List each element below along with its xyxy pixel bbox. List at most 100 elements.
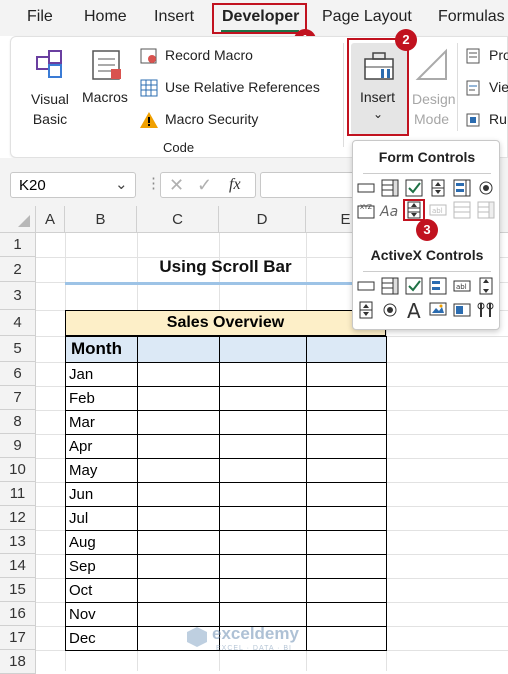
data-cell[interactable] [306,530,387,555]
month-cell[interactable]: May [65,458,138,483]
activex-image-icon[interactable] [429,301,447,319]
row-header[interactable]: 9 [0,434,36,458]
row-header[interactable]: 14 [0,554,36,578]
tab-insert[interactable]: Insert [154,8,194,26]
data-cell[interactable] [306,362,387,387]
sheet-title[interactable]: Using Scroll Bar [65,257,386,277]
data-cell[interactable] [306,506,387,531]
activex-label-icon[interactable]: A [405,299,425,321]
data-cell[interactable] [137,386,220,411]
data-cell[interactable] [137,506,220,531]
month-cell[interactable]: Nov [65,602,138,627]
header-cell[interactable] [219,336,307,363]
data-cell[interactable] [219,506,307,531]
header-cell[interactable] [137,336,220,363]
column-header-c[interactable]: C [137,206,219,233]
sales-overview-header-cell[interactable]: Sales Overview [65,310,386,336]
tab-home[interactable]: Home [84,8,127,26]
data-cell[interactable] [306,554,387,579]
view-code-button[interactable]: Vie [489,79,508,95]
tab-file[interactable]: File [27,8,53,26]
month-cell[interactable]: Feb [65,386,138,411]
data-cell[interactable] [219,362,307,387]
list-box-control-icon[interactable] [453,179,471,197]
activex-check-box-icon[interactable] [405,277,423,295]
month-cell[interactable]: Jun [65,482,138,507]
column-header-b[interactable]: B [65,206,137,233]
data-cell[interactable] [137,410,220,435]
header-cell[interactable] [306,336,387,363]
macro-security-button[interactable]: Macro Security [165,111,258,127]
data-cell[interactable] [306,434,387,459]
data-cell[interactable] [219,578,307,603]
option-button-control-icon[interactable] [477,179,495,197]
tab-page-layout[interactable]: Page Layout [322,8,412,26]
row-header[interactable]: 1 [0,233,36,257]
run-dialog-button[interactable]: Ru [489,111,507,127]
tab-formulas[interactable]: Formulas [438,8,505,26]
row-header[interactable]: 18 [0,650,36,674]
row-header[interactable]: 17 [0,626,36,650]
month-cell[interactable]: Dec [65,626,138,651]
data-cell[interactable] [219,458,307,483]
activex-toggle-button-icon[interactable] [453,301,471,319]
row-header[interactable]: 7 [0,386,36,410]
data-cell[interactable] [219,434,307,459]
spin-button-control-icon[interactable] [429,179,447,197]
row-header[interactable]: 11 [0,482,36,506]
data-cell[interactable] [137,578,220,603]
row-header[interactable]: 13 [0,530,36,554]
activex-more-controls-icon[interactable] [477,301,495,319]
name-box[interactable]: K20 ⌄ [10,172,136,198]
row-header[interactable]: 12 [0,506,36,530]
data-cell[interactable] [306,458,387,483]
activex-list-box-icon[interactable] [429,277,447,295]
data-cell[interactable] [137,434,220,459]
month-cell[interactable]: Apr [65,434,138,459]
formula-input[interactable] [260,172,360,198]
data-cell[interactable] [137,458,220,483]
data-cell[interactable] [306,482,387,507]
month-cell[interactable]: Aug [65,530,138,555]
data-cell[interactable] [219,410,307,435]
month-cell[interactable]: Jul [65,506,138,531]
data-cell[interactable] [219,482,307,507]
row-header[interactable]: 8 [0,410,36,434]
insert-function-button[interactable]: fx [229,176,241,194]
properties-button[interactable]: Pro [489,47,508,63]
data-cell[interactable] [306,386,387,411]
cancel-icon[interactable]: ✕ [169,175,184,196]
button-control-icon[interactable] [357,179,375,197]
row-header[interactable]: 10 [0,458,36,482]
group-box-control-icon[interactable]: XYZ [357,201,375,219]
row-header[interactable]: 3 [0,282,36,310]
data-cell[interactable] [137,554,220,579]
data-cell[interactable] [137,482,220,507]
activex-option-button-icon[interactable] [381,301,399,319]
month-cell[interactable]: Oct [65,578,138,603]
data-cell[interactable] [219,386,307,411]
data-cell[interactable] [306,578,387,603]
row-header[interactable]: 16 [0,602,36,626]
activex-combo-box-icon[interactable] [381,277,399,295]
use-relative-references-button[interactable]: Use Relative References [165,79,320,95]
column-header-d[interactable]: D [219,206,306,233]
row-header[interactable]: 6 [0,362,36,386]
select-all-corner[interactable] [0,206,36,233]
month-cell[interactable]: Mar [65,410,138,435]
combo-box-control-icon[interactable] [381,179,399,197]
row-header[interactable]: 15 [0,578,36,602]
month-cell[interactable]: Sep [65,554,138,579]
activex-text-box-icon[interactable]: abl [453,277,471,295]
row-header[interactable]: 4 [0,310,36,336]
activex-spin-button-icon[interactable] [357,301,375,319]
name-box-dropdown-icon[interactable]: ⌄ [115,175,128,193]
enter-check-icon[interactable]: ✓ [197,175,212,196]
check-box-control-icon[interactable] [405,179,423,197]
data-cell[interactable] [219,554,307,579]
macros-button[interactable]: Macros [82,89,128,105]
column-header-a[interactable]: A [36,206,65,233]
record-macro-button[interactable]: Record Macro [165,47,253,63]
row-header[interactable]: 5 [0,336,36,362]
data-cell[interactable] [219,530,307,555]
